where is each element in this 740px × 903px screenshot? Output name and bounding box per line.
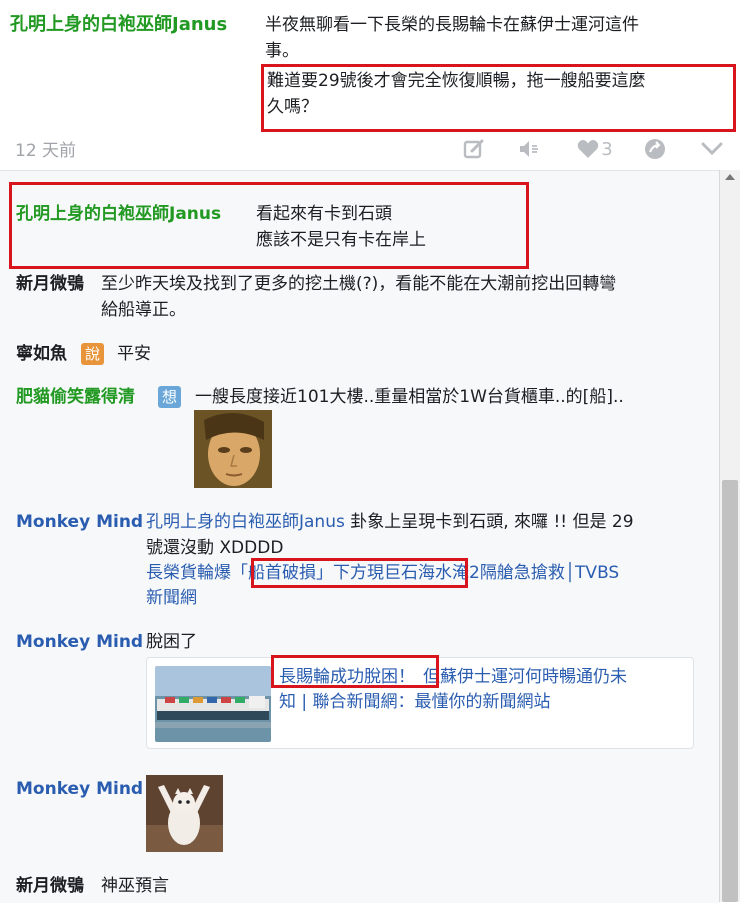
- scroll-thumb[interactable]: [722, 480, 738, 902]
- comment-text: 神巫預言: [101, 876, 169, 896]
- share-button[interactable]: [640, 135, 670, 163]
- post-author[interactable]: 孔明上身的白袍巫師Janus: [10, 12, 227, 38]
- card-title[interactable]: 知 | 聯合新聞網：最懂你的新聞網站: [279, 689, 551, 715]
- news-link[interactable]: 新聞網: [146, 585, 197, 611]
- comment-author[interactable]: 新月微鴞: [16, 271, 84, 297]
- comment-author[interactable]: 新月微鴞: [16, 873, 84, 899]
- comment-author[interactable]: 肥貓偷笑露得清: [16, 384, 135, 410]
- comment-author[interactable]: Monkey Mind: [16, 776, 143, 802]
- mention-link[interactable]: 孔明上身的白袍巫師Janus: [146, 512, 345, 532]
- news-link-part[interactable]: 長榮貨輪爆: [146, 563, 231, 583]
- mood-tag: 說: [81, 343, 105, 365]
- comment-text: 給船導正。: [101, 300, 186, 320]
- comment-text: 一艘長度接近101大樓..重量相當於1W台貨櫃車..的[船]..: [195, 387, 624, 407]
- post-text-line: 久嗎？: [267, 97, 318, 117]
- comment-text: 孔明上身的白袍巫師Janus 卦象上呈現卡到石頭, 來囉 !! 但是 29: [146, 509, 634, 535]
- post-text-line: 事。: [265, 41, 299, 61]
- highlight-box: [251, 558, 468, 588]
- more-button[interactable]: [697, 135, 727, 163]
- comment-text: 脫困了: [146, 632, 197, 652]
- post-timestamp[interactable]: 12 天前: [15, 139, 76, 163]
- comment-author[interactable]: 寧如魚: [16, 341, 67, 367]
- comment-author[interactable]: Monkey Mind: [16, 629, 143, 655]
- ship-thumbnail: [155, 666, 271, 742]
- like-count: 3: [601, 138, 613, 160]
- comment-text: 應該不是只有卡在岸上: [256, 230, 426, 250]
- comment-author[interactable]: Monkey Mind: [16, 509, 143, 535]
- highlight-box: [271, 655, 439, 688]
- mood-tag: 想: [158, 386, 182, 408]
- sticker-image[interactable]: [146, 775, 223, 852]
- comment-text-part: 卦象上呈現卡到石頭, 來囉 !! 但是 29: [344, 512, 634, 532]
- like-button[interactable]: 3: [570, 135, 620, 163]
- post-text-line: 半夜無聊看一下長榮的長賜輪卡在蘇伊士運河這件: [265, 15, 639, 35]
- scrollbar[interactable]: [719, 170, 740, 902]
- card-title-part[interactable]: 但蘇伊士運河何時暢通仍未: [423, 667, 627, 687]
- comment-text: 平安: [117, 344, 151, 364]
- comment-text: 至少昨天埃及找到了更多的挖土機(?)，看能不能在大潮前挖出回轉彎: [101, 274, 617, 294]
- comment-text: 看起來有卡到石頭: [256, 204, 392, 224]
- sound-button[interactable]: [514, 135, 544, 163]
- post-text-line: 難道要29號後才會完全恢復順暢，拖一艘船要這麼: [267, 71, 646, 91]
- edit-icon: [463, 139, 484, 159]
- comment-author[interactable]: 孔明上身的白袍巫師Janus: [16, 201, 221, 227]
- volume-icon: [520, 141, 538, 157]
- edit-button[interactable]: [459, 135, 489, 163]
- chevron-down-icon: [701, 142, 723, 156]
- sticker-image[interactable]: [194, 410, 272, 488]
- heart-icon: [578, 140, 599, 158]
- share-icon: [645, 139, 665, 159]
- scroll-up-arrow-icon[interactable]: [725, 174, 735, 180]
